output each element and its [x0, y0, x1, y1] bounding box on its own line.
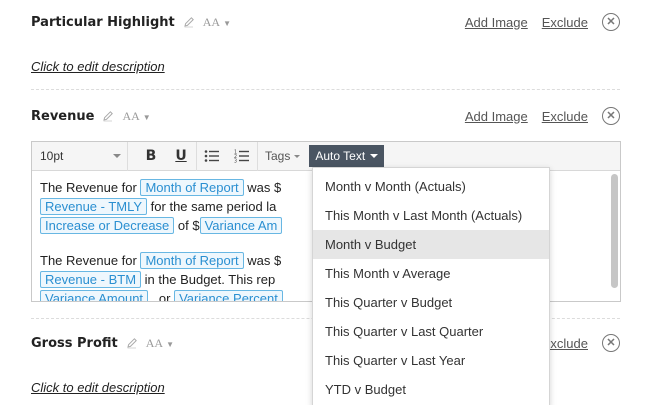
chevron-down-icon: [370, 154, 379, 158]
close-circle-icon[interactable]: ✕: [602, 107, 620, 125]
exclude-link[interactable]: Exclude: [542, 109, 588, 124]
menu-item[interactable]: This Month v Average: [313, 259, 549, 288]
svg-text:3: 3: [234, 159, 237, 164]
numbered-list-button[interactable]: 123: [227, 142, 257, 171]
menu-item[interactable]: YTD v Budget: [313, 375, 549, 404]
description-link[interactable]: Click to edit description: [31, 59, 165, 74]
merge-tag[interactable]: Month of Report: [140, 179, 244, 196]
bullet-list-icon: [204, 150, 219, 162]
close-circle-icon[interactable]: ✕: [602, 13, 620, 31]
auto-text-dropdown[interactable]: Auto Text: [309, 145, 385, 167]
chevron-down-icon: [294, 154, 301, 158]
pencil-icon[interactable]: [102, 110, 114, 122]
menu-item[interactable]: This Quarter v Last Quarter: [313, 317, 549, 346]
font-size-select[interactable]: 10pt: [32, 141, 128, 171]
font-size-icon[interactable]: AA ▼: [146, 336, 174, 351]
section-title: Particular Highlight: [31, 14, 175, 30]
font-size-icon[interactable]: AA ▼: [122, 109, 150, 124]
section-actions: Add Image Exclude ✕: [465, 106, 620, 126]
merge-tag[interactable]: Variance Am: [199, 217, 283, 234]
close-circle-icon[interactable]: ✕: [602, 334, 620, 352]
auto-text-menu: Month v Month (Actuals) This Month v Las…: [312, 167, 550, 405]
merge-tag[interactable]: Increase or Decrease: [40, 217, 175, 234]
merge-tag[interactable]: Revenue - BTM: [40, 271, 142, 288]
bold-button[interactable]: B: [136, 142, 166, 171]
section-actions: Add Image Exclude ✕: [465, 12, 620, 32]
merge-tag[interactable]: Revenue - TMLY: [40, 198, 148, 215]
underline-button[interactable]: U: [166, 142, 196, 171]
menu-item[interactable]: This Quarter v Budget: [313, 288, 549, 317]
exclude-link[interactable]: Exclude: [542, 15, 588, 30]
section-revenue: Revenue AA ▼ Add Image Exclude ✕: [31, 106, 620, 136]
menu-item[interactable]: Month v Month (Actuals): [313, 172, 549, 201]
section-title: Revenue: [31, 108, 95, 124]
bullet-list-button[interactable]: [197, 142, 227, 171]
menu-item[interactable]: This Quarter v Last Year: [313, 346, 549, 375]
menu-item-highlighted[interactable]: Month v Budget: [313, 230, 549, 259]
merge-tag[interactable]: Variance Percent: [174, 290, 283, 301]
section-particular-highlight: Particular Highlight AA ▼ Add Image Exclu…: [31, 12, 620, 82]
merge-tag[interactable]: Month of Report: [140, 252, 244, 269]
merge-tag[interactable]: Variance Amount: [40, 290, 149, 301]
add-image-link[interactable]: Add Image: [465, 15, 528, 30]
section-header: Particular Highlight AA ▼ Add Image Exclu…: [31, 12, 620, 32]
pencil-icon[interactable]: [183, 16, 195, 28]
section-title: Gross Profit: [31, 335, 118, 351]
font-size-icon[interactable]: AA ▼: [203, 15, 231, 30]
divider: [31, 89, 620, 90]
add-image-link[interactable]: Add Image: [465, 109, 528, 124]
editor-scrollbar[interactable]: [611, 174, 618, 288]
menu-item[interactable]: This Month v Last Month (Actuals): [313, 201, 549, 230]
numbered-list-icon: 123: [234, 150, 249, 164]
description-link[interactable]: Click to edit description: [31, 380, 165, 395]
chevron-down-icon: ▼: [142, 112, 151, 122]
pencil-icon[interactable]: [126, 337, 138, 349]
chevron-down-icon: ▼: [223, 18, 232, 28]
tags-dropdown[interactable]: Tags: [258, 142, 307, 171]
section-header: Revenue AA ▼ Add Image Exclude ✕: [31, 106, 620, 126]
chevron-down-icon: [113, 153, 121, 158]
chevron-down-icon: ▼: [166, 339, 174, 349]
